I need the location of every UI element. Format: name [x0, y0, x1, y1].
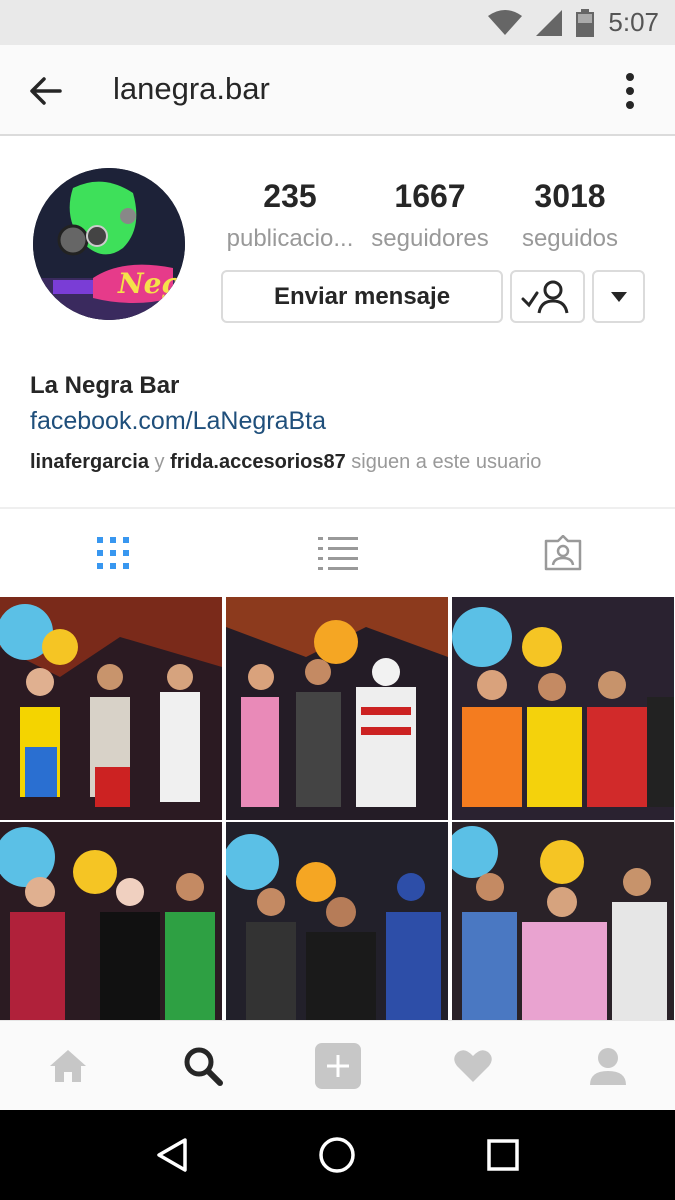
add-icon [314, 1042, 361, 1089]
followed-by-suffix: siguen a este usuario [351, 451, 542, 473]
system-navigation-bar [0, 1110, 675, 1200]
nav-add[interactable] [270, 1021, 405, 1110]
followers-count: 1667 [394, 178, 466, 214]
recents-square-icon[interactable] [486, 1138, 520, 1172]
profile-view-tabs [0, 507, 675, 597]
profile-icon [589, 1047, 626, 1085]
follower-username-2[interactable]: frida.accesorios87 [170, 451, 346, 473]
profile-name: La Negra Bar [30, 372, 180, 399]
stat-following[interactable]: 3018 seguidos [500, 178, 640, 253]
svg-text:Negra: Negra [117, 267, 185, 300]
photo-grid [0, 597, 675, 1020]
more-vertical-icon[interactable] [610, 71, 650, 111]
clock-time: 5:07 [608, 7, 659, 37]
nav-home[interactable] [0, 1021, 135, 1110]
profile-website-link[interactable]: facebook.com/LaNegraBta [30, 407, 326, 436]
tab-list[interactable] [225, 509, 450, 597]
home-circle-icon[interactable] [318, 1136, 356, 1174]
nav-search[interactable] [135, 1021, 270, 1110]
arrow-left-icon[interactable] [26, 71, 66, 111]
posts-count: 235 [263, 178, 317, 214]
top-app-bar: lanegra.bar [0, 45, 675, 136]
tagged-icon [544, 535, 581, 571]
user-check-icon [521, 280, 568, 313]
nav-activity[interactable] [405, 1021, 540, 1110]
wifi-icon [488, 9, 523, 35]
photo-post[interactable] [226, 822, 448, 1020]
tab-grid[interactable] [0, 509, 225, 597]
profile-avatar[interactable]: Negra [33, 168, 185, 320]
grid-icon [96, 537, 129, 569]
followers-label: seguidores [371, 225, 489, 252]
send-message-button[interactable]: Enviar mensaje [221, 270, 503, 323]
suggestions-dropdown-button[interactable] [592, 270, 645, 323]
page-title: lanegra.bar [113, 71, 270, 106]
list-icon [317, 537, 358, 570]
status-bar: 5:07 [0, 0, 675, 45]
stat-followers[interactable]: 1667 seguidores [360, 178, 500, 253]
profile-stats: 235 publicacio... 1667 seguidores 3018 s… [220, 178, 640, 253]
back-triangle-icon[interactable] [155, 1137, 189, 1173]
followed-by-conjunction: y [154, 451, 165, 473]
following-button[interactable] [510, 270, 585, 323]
photo-post[interactable] [452, 597, 674, 820]
photo-post[interactable] [0, 822, 222, 1020]
follower-username-1[interactable]: linafergarcia [30, 451, 149, 473]
posts-label: publicacio... [226, 225, 354, 252]
bottom-navigation [0, 1020, 675, 1110]
signal-icon [536, 9, 563, 36]
following-count: 3018 [534, 178, 606, 214]
tab-tagged[interactable] [450, 509, 675, 597]
photo-post[interactable] [226, 597, 448, 820]
followed-by-text[interactable]: linafergarcia y frida.accesorios87 sigue… [30, 451, 541, 474]
stat-posts[interactable]: 235 publicacio... [220, 178, 360, 253]
caret-down-icon [610, 291, 627, 302]
home-icon [49, 1049, 86, 1082]
search-icon [184, 1047, 223, 1086]
photo-post[interactable] [452, 822, 674, 1020]
following-label: seguidos [521, 225, 619, 252]
photo-post[interactable] [0, 597, 222, 820]
battery-icon [576, 8, 595, 37]
nav-profile[interactable] [540, 1021, 675, 1110]
heart-icon [453, 1049, 492, 1082]
